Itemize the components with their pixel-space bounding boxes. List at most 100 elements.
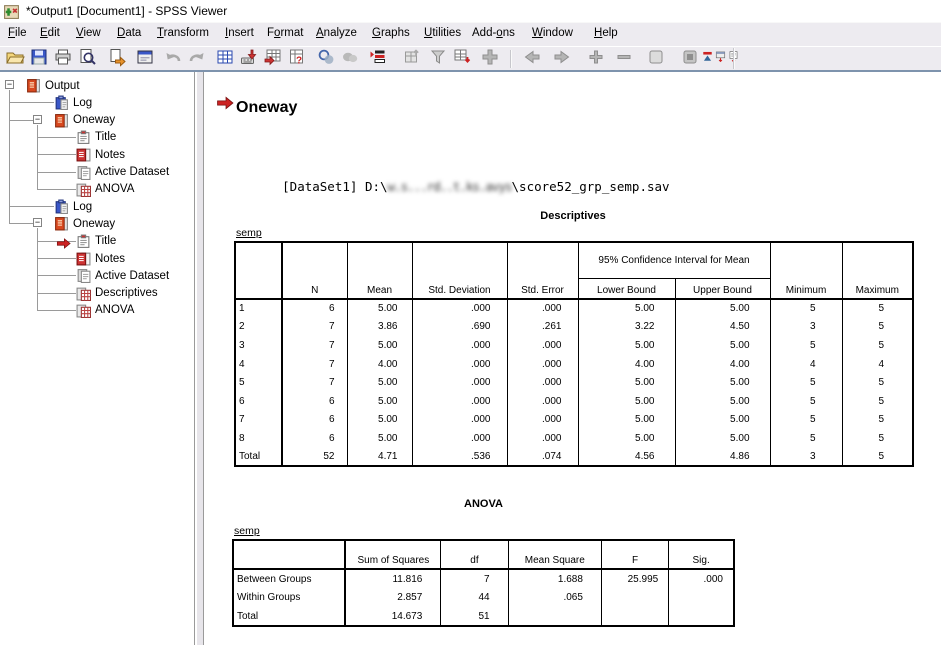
descriptives-title: Descriptives <box>234 210 912 222</box>
save-output-button[interactable] <box>27 48 50 70</box>
outline-pane[interactable]: Output−LogOneway−TitleNotesActive Datase… <box>0 72 195 645</box>
spss-viewer-app-icon <box>3 3 20 20</box>
notes-icon <box>76 147 91 162</box>
descriptives-cell: 6 <box>282 411 347 430</box>
descriptives-cell: 5.00 <box>578 299 675 318</box>
descriptives-cell: 3.22 <box>578 318 675 337</box>
descriptives-cell: .000 <box>412 411 507 430</box>
tree-connector <box>37 310 76 311</box>
undo-button <box>161 48 184 70</box>
output-book-icon <box>26 78 41 93</box>
descriptives-row-label: Total <box>235 448 282 467</box>
tree-expander-minus[interactable]: − <box>5 80 14 89</box>
menu-view[interactable]: View <box>76 27 101 39</box>
dataset-icon <box>76 268 91 283</box>
outline-item-anova[interactable]: ANOVA <box>76 302 134 319</box>
variables-button[interactable] <box>261 48 284 70</box>
descriptives-cell: 5 <box>842 392 913 411</box>
descriptives-cell: 5.00 <box>675 373 770 392</box>
descriptives-cell: 7 <box>282 336 347 355</box>
descriptives-cell: 5 <box>770 429 842 448</box>
find-button[interactable] <box>314 48 337 70</box>
descriptives-cell: 4 <box>770 355 842 374</box>
open-output-button[interactable] <box>3 48 26 70</box>
outline-item-output[interactable]: Output <box>26 77 80 94</box>
anova-row-label: Total <box>233 607 345 626</box>
descriptives-cell: 52 <box>282 448 347 467</box>
open-folder-icon <box>5 47 25 72</box>
arrow-right-icon <box>552 47 572 72</box>
variable-info-button[interactable]: ? <box>285 48 308 70</box>
outline-item-descriptives[interactable]: Descriptives <box>76 285 158 302</box>
tree-connector <box>37 137 76 138</box>
descriptives-cell: 5 <box>770 299 842 318</box>
menu-add-ons[interactable]: Add-ons <box>472 27 515 39</box>
grid-up-arrow-icon <box>402 47 422 72</box>
outline-item-oneway[interactable]: Oneway <box>54 112 115 129</box>
descriptives-col-header: Upper Bound <box>675 278 770 299</box>
outline-item-label: Title <box>95 131 116 143</box>
outline-item-oneway[interactable]: Oneway <box>54 215 115 232</box>
descriptives-cell: .000 <box>507 429 578 448</box>
menu-window[interactable]: Window <box>532 27 573 39</box>
tree-expander-minus[interactable]: − <box>33 115 42 124</box>
anova-row-label: Within Groups <box>233 588 345 607</box>
output-pane[interactable]: Oneway [DataSet1] D:\w.s...rd..t.ks.avys… <box>205 72 941 645</box>
export-output-button[interactable] <box>105 48 128 70</box>
goto-output-item-button[interactable] <box>450 48 473 70</box>
anova-layer-label: semp <box>234 525 260 537</box>
descriptives-cell: 3.86 <box>347 318 412 337</box>
descriptives-row: 575.00.000.0005.005.0055 <box>235 373 913 392</box>
outline-item-log[interactable]: Log <box>54 94 92 111</box>
anova-cell: 14.673 <box>345 607 440 626</box>
menu-analyze[interactable]: Analyze <box>316 27 357 39</box>
select-last-output-button[interactable] <box>366 48 389 70</box>
print-button[interactable] <box>51 48 74 70</box>
goto-case-button[interactable] <box>237 48 260 70</box>
outline-item-label: Descriptives <box>95 287 158 299</box>
outline-item-anova[interactable]: ANOVA <box>76 181 134 198</box>
anova-cell: 25.995 <box>601 569 668 588</box>
goto-data-button[interactable] <box>213 48 236 70</box>
anova-cell: 1.688 <box>508 569 601 588</box>
menu-transform[interactable]: Transform <box>157 27 209 39</box>
demote-outline-button <box>550 48 573 70</box>
svg-text:?: ? <box>295 55 301 66</box>
export-icon <box>107 47 127 72</box>
anova-table: Sum of SquaresdfMean SquareFSig.Between … <box>232 539 735 627</box>
tree-connector <box>37 154 76 155</box>
descriptives-cell: 5.00 <box>347 392 412 411</box>
insert-title-button[interactable] <box>713 48 727 70</box>
menu-file[interactable]: File <box>8 27 27 39</box>
outline-item-log[interactable]: Log <box>54 198 92 215</box>
descriptives-row-label: 7 <box>235 411 282 430</box>
descriptives-cell: 4.00 <box>347 355 412 374</box>
outline-item-title[interactable]: Title <box>76 129 116 146</box>
menu-format[interactable]: Format <box>267 27 303 39</box>
print-preview-button[interactable] <box>75 48 98 70</box>
descriptives-table: NMeanStd. DeviationStd. Error95% Confide… <box>234 241 914 467</box>
tree-expander-minus[interactable]: − <box>33 218 42 227</box>
pane-splitter[interactable] <box>196 72 204 645</box>
recall-dialog-button[interactable] <box>133 48 156 70</box>
menu-edit[interactable]: Edit <box>40 27 60 39</box>
promote-outline-button <box>520 48 543 70</box>
menu-graphs[interactable]: Graphs <box>372 27 410 39</box>
menu-insert[interactable]: Insert <box>225 27 254 39</box>
menu-data[interactable]: Data <box>117 27 141 39</box>
outline-item-active-dataset[interactable]: Active Dataset <box>76 267 169 284</box>
insert-heading-button[interactable] <box>700 48 714 70</box>
outline-item-notes[interactable]: Notes <box>76 250 125 267</box>
outline-item-notes[interactable]: Notes <box>76 146 125 163</box>
tree-connector <box>9 223 33 224</box>
descriptives-cell: 5 <box>842 429 913 448</box>
outline-item-active-dataset[interactable]: Active Dataset <box>76 164 169 181</box>
descriptives-cell: 5.00 <box>347 411 412 430</box>
menu-utilities[interactable]: Utilities <box>424 27 461 39</box>
anova-block: ANOVA semp Sum of SquaresdfMean SquareFS… <box>232 498 735 510</box>
outline-item-title[interactable]: Title <box>76 233 116 250</box>
descriptives-cell: 5.00 <box>675 429 770 448</box>
menu-help[interactable]: Help <box>594 27 618 39</box>
table-icon <box>76 286 91 301</box>
cross-icon <box>480 47 500 72</box>
